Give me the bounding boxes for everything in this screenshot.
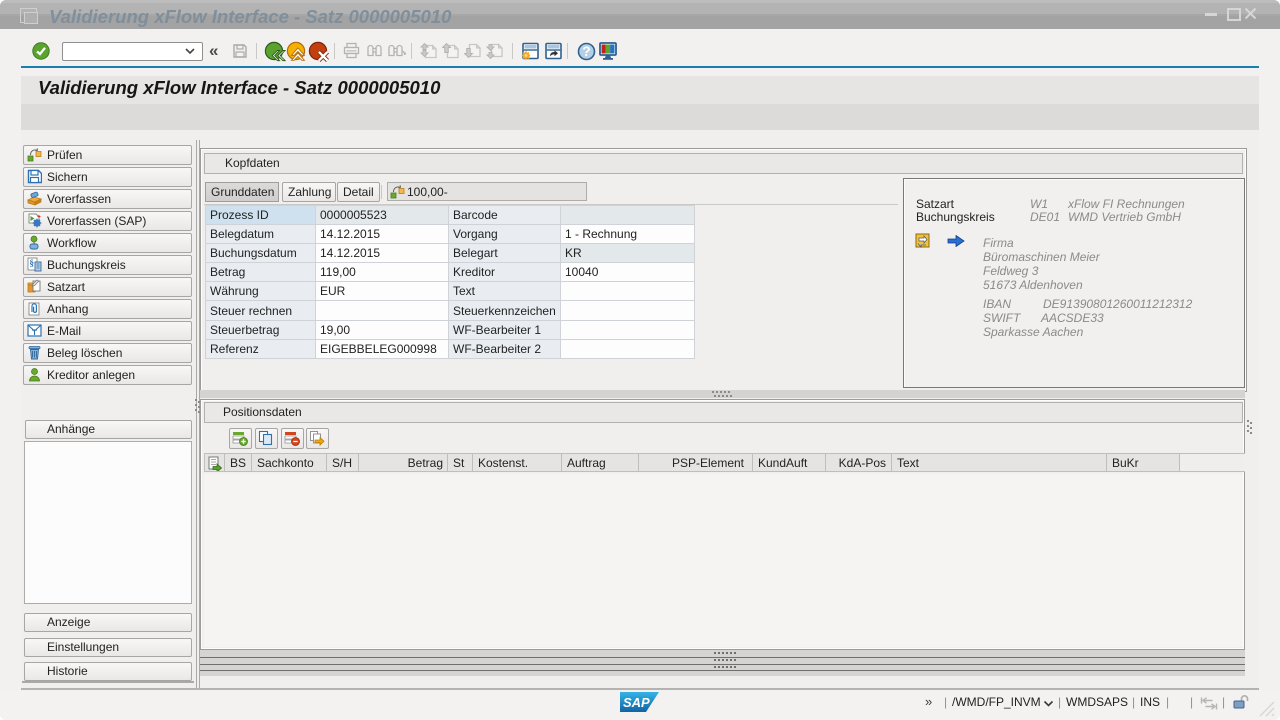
svg-text:?: ? (582, 44, 590, 59)
svg-text:SAP: SAP (623, 695, 650, 710)
svg-text:§: § (30, 258, 35, 268)
